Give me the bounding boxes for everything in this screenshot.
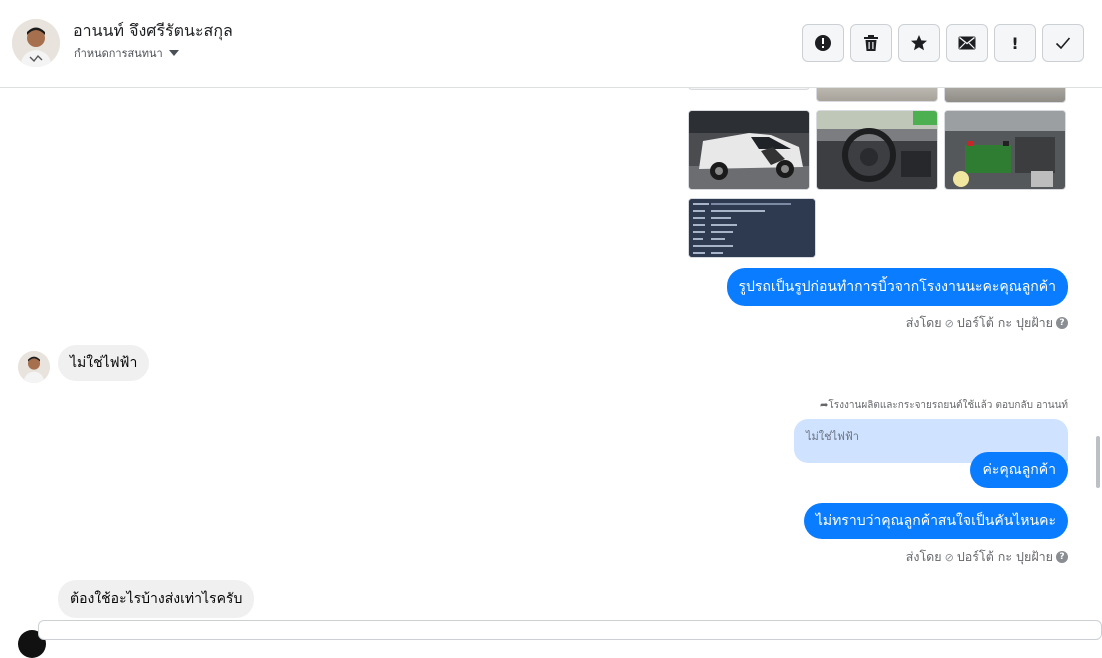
message-photo-engine[interactable] xyxy=(944,110,1066,190)
message-photo[interactable] xyxy=(688,88,810,90)
sender-avatar[interactable] xyxy=(18,351,50,383)
checkmark-icon xyxy=(1055,37,1071,50)
report-button[interactable] xyxy=(802,24,844,62)
message-photo-interior[interactable] xyxy=(816,110,938,190)
outgoing-message[interactable]: รูปรถเป็นรูปก่อนทำการบิ้วจากโรงงานนะคะคุ… xyxy=(726,268,1068,306)
message-text: ไม่ใช่ไฟฟ้า xyxy=(70,355,138,371)
sent-by-prefix: ส่งโดย xyxy=(905,315,942,330)
message-photo-truck[interactable] xyxy=(688,110,810,190)
sender-name[interactable]: ปอร์โต้ กะ ปุยฝ้าย xyxy=(957,547,1053,567)
check-badge-icon: ⊘ xyxy=(944,550,954,564)
message-composer[interactable] xyxy=(38,620,1102,640)
message-thread[interactable]: รูปรถเป็นรูปก่อนทำการบิ้วจากโรงงานนะคะคุ… xyxy=(0,88,1102,620)
assign-conversation-dropdown[interactable]: กำหนดการสนทนา xyxy=(74,44,179,62)
reply-context-label: ➦โรงงานผลิตและกระจายรถยนต์ใช้แล้ว ตอบกลั… xyxy=(820,398,1068,413)
mark-unread-button[interactable] xyxy=(946,24,988,62)
message-photo[interactable] xyxy=(816,88,938,102)
message-text: ค่ะคุณลูกค้า xyxy=(982,462,1056,478)
message-text: รูปรถเป็นรูปก่อนทำการบิ้วจากโรงงานนะคะคุ… xyxy=(738,279,1057,295)
envelope-icon xyxy=(958,36,976,50)
conversation-toolbar: ! xyxy=(802,24,1084,62)
quoted-text: ไม่ใช่ไฟฟ้า xyxy=(806,430,859,443)
caret-down-icon xyxy=(168,50,179,56)
message-text: ต้องใช้อะไรบ้างส่งเท่าไรครับ xyxy=(70,591,243,607)
contact-name[interactable]: อานนท์ จึงศรีรัตนะสกุล xyxy=(73,19,233,44)
exclamation-icon: ! xyxy=(1011,33,1019,53)
sent-by-prefix: ส่งโดย xyxy=(905,549,942,564)
spam-button[interactable]: ! xyxy=(994,24,1036,62)
help-icon[interactable]: ? xyxy=(1056,551,1068,563)
sender-name[interactable]: ปอร์โต้ กะ ปุยฝ้าย xyxy=(957,313,1053,333)
contact-avatar[interactable] xyxy=(12,19,60,67)
scrollbar-thumb[interactable] xyxy=(1096,436,1100,488)
star-button[interactable] xyxy=(898,24,940,62)
conversation-header: อานนท์ จึงศรีรัตนะสกุล กำหนดการสนทนา ! xyxy=(0,0,1102,88)
message-photo-document[interactable] xyxy=(688,198,816,258)
incoming-message[interactable]: ไม่ใช่ไฟฟ้า xyxy=(58,345,150,381)
sent-by-label: ส่งโดย ⊘ ปอร์โต้ กะ ปุยฝ้าย ? xyxy=(906,547,1068,567)
sent-by-label: ส่งโดย ⊘ ปอร์โต้ กะ ปุยฝ้าย ? xyxy=(906,313,1068,333)
assign-conversation-label: กำหนดการสนทนา xyxy=(74,47,163,60)
incoming-message[interactable]: ต้องใช้อะไรบ้างส่งเท่าไรครับ xyxy=(58,580,255,618)
done-button[interactable] xyxy=(1042,24,1084,62)
outgoing-message[interactable]: ค่ะคุณลูกค้า xyxy=(970,452,1068,488)
trash-icon xyxy=(864,35,878,51)
delete-button[interactable] xyxy=(850,24,892,62)
alert-circle-icon xyxy=(815,35,831,51)
outgoing-message[interactable]: ไม่ทราบว่าคุณลูกค้าสนใจเป็นคันไหนคะ xyxy=(803,503,1068,539)
reply-context-text: โรงงานผลิตและกระจายรถยนต์ใช้แล้ว ตอบกลับ… xyxy=(828,400,1068,411)
message-text: ไม่ทราบว่าคุณลูกค้าสนใจเป็นคันไหนคะ xyxy=(815,513,1056,529)
check-badge-icon: ⊘ xyxy=(944,316,954,330)
help-icon[interactable]: ? xyxy=(1056,317,1068,329)
star-icon xyxy=(911,35,927,51)
message-photo[interactable] xyxy=(944,88,1066,103)
